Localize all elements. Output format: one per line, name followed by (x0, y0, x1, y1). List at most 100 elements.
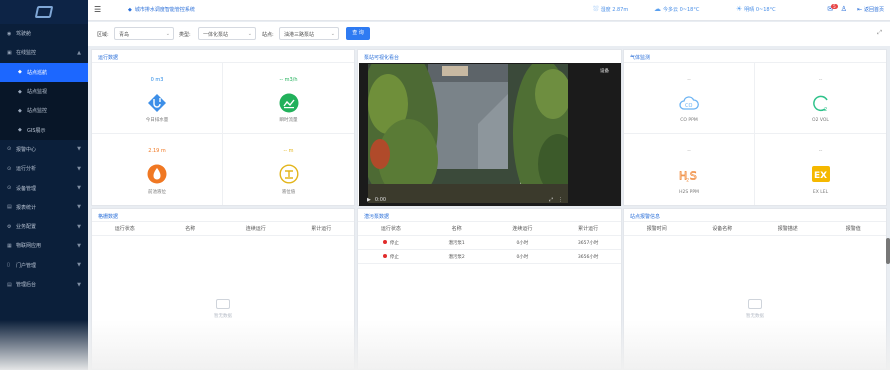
top-bar: ☰ ◆ 城市排水调度智能管控系统 ⛆ 湿度 2.87m ☁ 今多云 0~18°C ☀ 明… (88, 0, 890, 21)
sidebar-item-portal[interactable]: ▯ 门户管理 ▼ (0, 256, 88, 275)
sidebar-item-cockpit[interactable]: ◉ 驾驶舱 (0, 24, 88, 43)
filter-bar: 区域: 青岛 ⌄ 类型: 一体化泵站 ⌄ 站点: 油港三路泵站 ⌄ 查 询 ⤢ (88, 22, 890, 46)
area-select[interactable]: 青岛 ⌄ (114, 27, 174, 40)
co-gas-icon: CO (679, 93, 699, 113)
empty-box-icon (216, 299, 230, 309)
sidebar-item-station-cruise[interactable]: ◆ 站点巡航 (0, 62, 88, 82)
status-stopped-icon (382, 240, 387, 244)
station-select[interactable]: 油港三路泵站 ⌄ (279, 27, 339, 40)
alarm-icon: ⊙ (7, 146, 12, 153)
gate-empty-state: 暂无数据 (208, 299, 238, 319)
chevron-down-icon: ▼ (77, 242, 81, 249)
pump-table-header: 运行状态 名称 连续运行 累计运行 (358, 222, 621, 236)
sidebar-item-iot[interactable]: ▦ 物联网应用 ▼ (0, 236, 88, 255)
sun-icon: ☀ (736, 5, 743, 13)
gas-h2s: -- H2S H2S PPM (624, 134, 755, 205)
user-icon[interactable]: ♙ (841, 5, 847, 13)
sidebar-item-station-monitor[interactable]: ◆ 站点监控 (0, 101, 88, 121)
cloud-icon: ☁ (654, 5, 661, 13)
empty-box-icon (748, 299, 762, 309)
type-label: 类型: (179, 32, 191, 38)
stat-level-value: -- m 液位值 (223, 134, 354, 205)
status-stopped-icon (382, 254, 387, 258)
stat-today-drain: 0 m3 今日排水量 (92, 63, 223, 134)
video-title: 泵站可视化看台 (364, 55, 400, 61)
chevron-down-icon: ▼ (77, 223, 81, 230)
svg-text:2: 2 (824, 107, 827, 113)
sidebar-item-analysis[interactable]: ⊙ 运行分析 ▼ (0, 159, 88, 178)
table-row[interactable]: 停止 潜污泵1 0小时 3657小时 (358, 236, 621, 250)
monitor-icon: ▣ (7, 49, 12, 56)
sidebar-item-gis[interactable]: ◆ GIS展示 (0, 120, 88, 140)
chevron-down-icon: ⌄ (330, 31, 335, 37)
more-options-icon[interactable]: ⋮ (558, 197, 563, 203)
chevron-down-icon: ▼ (77, 281, 81, 288)
sidebar-item-report[interactable]: ▤ 报表统计 ▼ (0, 198, 88, 217)
gate-table-header: 运行状态 名称 连续运行 累计运行 (92, 222, 354, 236)
chevron-down-icon: ⌄ (165, 31, 170, 37)
water-level-icon (147, 164, 167, 184)
pump-title: 潜污泵数据 (358, 209, 621, 222)
system-title: ◆ 城市排水调度智能管控系统 (128, 7, 195, 13)
analysis-icon: ⊙ (7, 165, 12, 172)
level-gauge-icon (278, 164, 299, 184)
gas-title: 气体监测 (624, 50, 886, 63)
flow-rate-icon (279, 93, 299, 113)
chevron-down-icon: ▼ (77, 262, 81, 269)
station-icon: ◆ (18, 88, 22, 95)
sidebar-item-station-watch[interactable]: ◆ 站点监视 (0, 81, 88, 102)
weather-humidity: ⛆ 湿度 2.87m (593, 5, 629, 13)
humidity-icon: ⛆ (593, 5, 599, 13)
sidebar-item-config[interactable]: ⚙ 业务配置 ▼ (0, 217, 88, 236)
video-panel: 泵站可视化看台 设备 ▶ 0:00 ⤢ ⋮ (357, 49, 622, 206)
type-select[interactable]: 一体化泵站 ⌄ (198, 27, 256, 40)
o2-gas-icon: 2 (811, 93, 831, 113)
svg-text:2: 2 (686, 177, 689, 183)
stat-instant-flow: -- m3/h 瞬时流量 (223, 63, 354, 134)
app-logo[interactable] (0, 0, 88, 24)
fullscreen-icon[interactable]: ⤢ (549, 197, 553, 203)
chevron-down-icon: ⌄ (247, 31, 252, 37)
alarm-table-header: 报警时间 设备名称 报警描述 报警值 (624, 222, 886, 236)
stat-forebay-level: 2.19 m 前池液位 (92, 134, 223, 205)
top-right-actions: ✉ 5 ♙ ⇤ 返回首页 (827, 4, 884, 13)
h2s-gas-icon: H2S (679, 164, 699, 184)
logout-icon: ⇤ (856, 5, 862, 13)
weather-tomorrow: ☀ 明晴 0~18°C (736, 5, 776, 13)
fullscreen-icon[interactable]: ⤢ (877, 29, 882, 37)
gas-co: -- CO CO PPM (624, 63, 755, 134)
gas-ex: -- EX EX LEL (755, 134, 886, 205)
report-icon: ▤ (7, 204, 12, 211)
video-controls: ▶ 0:00 ⤢ ⋮ (359, 194, 621, 206)
dashboard-icon: ◉ (7, 30, 12, 37)
gate-title: 格栅数据 (92, 209, 354, 222)
gas-o2: -- 2 O2 VOL (755, 63, 886, 134)
svg-text:CO: CO (685, 103, 692, 109)
play-icon[interactable]: ▶ (367, 197, 371, 203)
sidebar-item-device[interactable]: ⊙ 设备管理 ▼ (0, 178, 88, 197)
sidebar: ◉ 驾驶舱 ▣ 在线监控 ▲ ◆ 站点巡航 ◆ 站点监视 ◆ 站点监控 ◆ GIS展示 ⊙ 报警… (0, 0, 88, 370)
logo-icon (34, 6, 54, 18)
camera-feed-image (368, 64, 568, 203)
ex-gas-icon: EX (811, 164, 831, 184)
map-icon: ◆ (18, 127, 22, 134)
video-device-tag[interactable]: 设备 (600, 68, 609, 74)
sidebar-item-alarm-center[interactable]: ⊙ 报警中心 ▼ (0, 140, 88, 159)
video-player[interactable]: 设备 ▶ 0:00 ⤢ ⋮ (359, 63, 621, 206)
alarm-title: 站点报警信息 (624, 209, 886, 222)
menu-toggle-icon[interactable]: ☰ (94, 5, 101, 14)
cruise-icon: ◆ (18, 69, 22, 76)
notification-badge: 5 (831, 4, 838, 9)
chevron-up-icon: ▲ (77, 49, 81, 56)
back-home-link[interactable]: 返回首页 (864, 6, 884, 13)
config-icon: ⚙ (7, 223, 12, 230)
bottom-fade-overlay (0, 320, 890, 370)
table-row[interactable]: 停止 潜污泵2 0小时 3656小时 (358, 250, 621, 264)
page-scrollbar[interactable] (886, 238, 890, 264)
sidebar-item-admin[interactable]: ▤ 管理后台 ▼ (0, 275, 88, 294)
sidebar-item-online-monitor[interactable]: ▣ 在线监控 ▲ (0, 43, 88, 62)
video-time: 0:00 (374, 197, 387, 203)
chevron-down-icon: ▼ (77, 146, 81, 153)
gas-panel: 气体监测 -- CO CO PPM -- 2 O2 VOL -- H2S H2S… (623, 49, 887, 206)
query-button[interactable]: 查 询 (346, 27, 370, 40)
